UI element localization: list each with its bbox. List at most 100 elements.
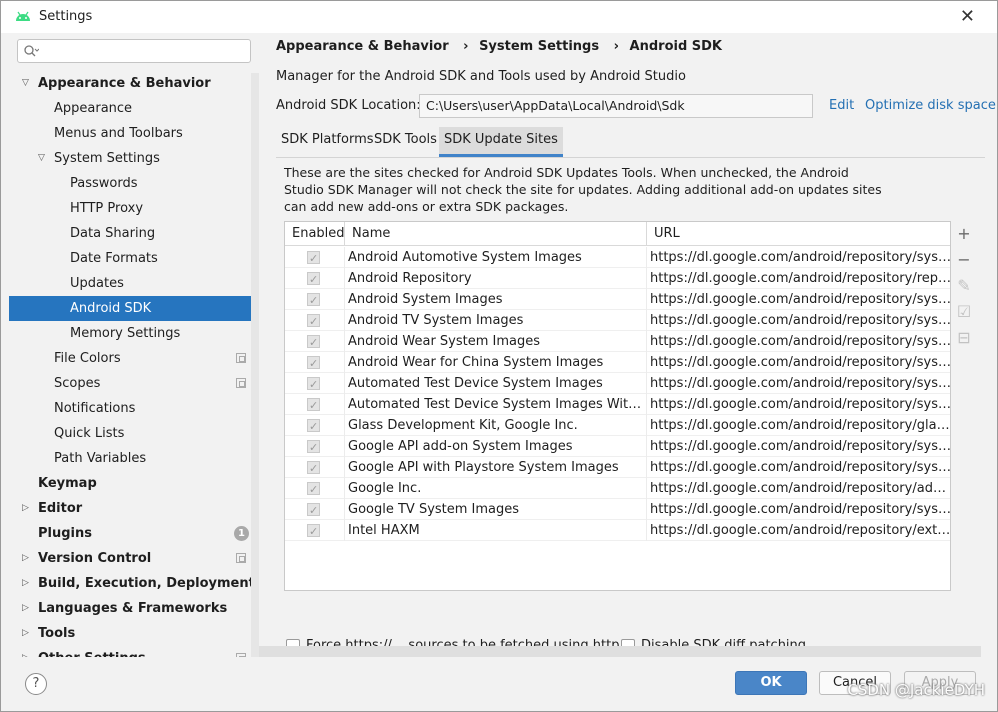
table-row[interactable]: Google TV System Imageshttps://dl.google… (285, 499, 950, 520)
chevron-right-icon[interactable]: ▷ (22, 596, 29, 621)
ok-button[interactable]: OK (735, 671, 807, 695)
sidebar-item-label: Other Settings (38, 646, 146, 657)
enabled-checkbox[interactable] (307, 500, 320, 520)
enabled-checkbox[interactable] (307, 437, 320, 457)
sidebar-item-keymap[interactable]: Keymap (9, 471, 249, 496)
enabled-cell (285, 478, 345, 499)
chevron-right-icon[interactable]: ▷ (22, 571, 29, 596)
enabled-checkbox[interactable] (307, 269, 320, 289)
table-row[interactable]: Android System Imageshttps://dl.google.c… (285, 289, 950, 310)
enabled-cell (285, 310, 345, 331)
table-row[interactable]: Google API add-on System Imageshttps://d… (285, 436, 950, 457)
chevron-right-icon[interactable]: ▷ (22, 621, 29, 646)
sidebar-item-notifications[interactable]: Notifications (9, 396, 249, 421)
sdk-location-field[interactable]: C:\Users\user\AppData\Local\Android\Sdk (419, 94, 813, 118)
site-name-cell: Intel HAXM (345, 520, 647, 541)
table-row[interactable]: Intel HAXMhttps://dl.google.com/android/… (285, 520, 950, 541)
sidebar-item-tools[interactable]: ▷ Tools (9, 621, 249, 646)
search-input[interactable] (17, 39, 251, 63)
sidebar-item-menus-and-toolbars[interactable]: Menus and Toolbars (9, 121, 249, 146)
column-name[interactable]: Name (345, 222, 647, 246)
sidebar-item-passwords[interactable]: Passwords (9, 171, 249, 196)
enabled-cell (285, 268, 345, 289)
sidebar-item-http-proxy[interactable]: HTTP Proxy (9, 196, 249, 221)
chevron-right-icon[interactable]: ▷ (22, 546, 29, 571)
enabled-checkbox[interactable] (307, 479, 320, 499)
site-url-cell: https://dl.google.com/android/repository… (650, 460, 951, 475)
sidebar-item-label: Editor (38, 501, 83, 516)
sidebar-item-editor[interactable]: ▷ Editor (9, 496, 249, 521)
breadcrumb-separator: › (613, 39, 619, 54)
sidebar-item-memory-settings[interactable]: Memory Settings (9, 321, 249, 346)
enabled-checkbox[interactable] (307, 290, 320, 310)
table-row[interactable]: Google API with Playstore System Imagesh… (285, 457, 950, 478)
sidebar-scrollbar[interactable] (251, 73, 259, 657)
chevron-down-icon[interactable]: ▽ (22, 71, 29, 96)
sidebar-item-plugins[interactable]: Plugins 1 (9, 521, 249, 546)
enabled-cell (285, 436, 345, 457)
table-row[interactable]: Glass Development Kit, Google Inc.https:… (285, 415, 950, 436)
site-url-cell: https://dl.google.com/android/repository… (650, 418, 951, 433)
edit-link[interactable]: Edit (829, 98, 854, 113)
sidebar-item-version-control[interactable]: ▷ Version Control (9, 546, 249, 571)
column-url[interactable]: URL (647, 222, 950, 246)
tab-sdk-update-sites[interactable]: SDK Update Sites (439, 127, 563, 157)
enabled-checkbox[interactable] (307, 374, 320, 394)
dialog-buttons: ? OK Cancel Apply CSDN @JackieDYH (1, 657, 997, 711)
tab-sdk-platforms[interactable]: SDK Platforms (276, 127, 379, 157)
chevron-right-icon[interactable]: ▷ (22, 646, 29, 657)
sidebar-item-quick-lists[interactable]: Quick Lists (9, 421, 249, 446)
remove-icon[interactable]: − (951, 247, 977, 273)
sidebar-item-updates[interactable]: Updates (9, 271, 249, 296)
edit-icon[interactable]: ✎ (951, 273, 977, 299)
sidebar-item-scopes[interactable]: Scopes (9, 371, 249, 396)
column-enabled[interactable]: Enabled (285, 222, 345, 246)
enabled-cell (285, 331, 345, 352)
enabled-checkbox[interactable] (307, 458, 320, 478)
sidebar-item-build-execution-deployment[interactable]: ▷ Build, Execution, Deployment (9, 571, 255, 596)
add-icon[interactable]: + (951, 221, 977, 247)
sidebar-item-label: Keymap (38, 476, 97, 491)
enabled-checkbox[interactable] (307, 311, 320, 331)
copy-icon (236, 553, 246, 563)
help-button[interactable]: ? (25, 673, 47, 695)
enabled-cell (285, 457, 345, 478)
sidebar-item-appearance[interactable]: Appearance (9, 96, 249, 121)
chevron-down-icon[interactable]: ▽ (38, 146, 45, 171)
enabled-checkbox[interactable] (307, 416, 320, 436)
uncheck-all-icon[interactable]: ⊟ (951, 325, 977, 351)
enabled-cell (285, 415, 345, 436)
sidebar-item-path-variables[interactable]: Path Variables (9, 446, 249, 471)
table-row[interactable]: Android Wear for China System Imageshttp… (285, 352, 950, 373)
sidebar-item-languages-frameworks[interactable]: ▷ Languages & Frameworks (9, 596, 249, 621)
sidebar-item-data-sharing[interactable]: Data Sharing (9, 221, 249, 246)
sidebar-item-label: System Settings (54, 151, 160, 166)
enabled-checkbox[interactable] (307, 353, 320, 373)
table-row[interactable]: Google Inc.https://dl.google.com/android… (285, 478, 950, 499)
table-row[interactable]: Android TV System Imageshttps://dl.googl… (285, 310, 950, 331)
table-row[interactable]: Automated Test Device System Images With… (285, 394, 950, 415)
table-row[interactable]: Automated Test Device System Imageshttps… (285, 373, 950, 394)
tab-sdk-tools[interactable]: SDK Tools (369, 127, 442, 157)
sidebar-item-system-settings[interactable]: ▽ System Settings (9, 146, 249, 171)
check-all-icon[interactable]: ☑ (951, 299, 977, 325)
enabled-checkbox[interactable] (307, 332, 320, 352)
sidebar-item-android-sdk[interactable]: Android SDK (9, 296, 259, 321)
sidebar-item-other-settings[interactable]: ▷ Other Settings (9, 646, 249, 657)
horizontal-scrollbar[interactable] (259, 646, 981, 657)
optimize-disk-space-link[interactable]: Optimize disk space (865, 98, 996, 113)
table-row[interactable]: Android Wear System Imageshttps://dl.goo… (285, 331, 950, 352)
enabled-checkbox[interactable] (307, 521, 320, 541)
table-row[interactable]: Android Repositoryhttps://dl.google.com/… (285, 268, 950, 289)
sidebar-item-file-colors[interactable]: File Colors (9, 346, 249, 371)
table-row[interactable]: Android Automotive System Imageshttps://… (285, 247, 950, 268)
sidebar-item-date-formats[interactable]: Date Formats (9, 246, 249, 271)
sidebar-item-label: Memory Settings (70, 326, 181, 341)
sidebar-item-appearance-behavior[interactable]: ▽ Appearance & Behavior (9, 71, 249, 96)
enabled-checkbox[interactable] (307, 395, 320, 415)
site-name-cell: Android System Images (345, 289, 647, 310)
close-icon[interactable]: ✕ (960, 6, 975, 27)
page-description: Manager for the Android SDK and Tools us… (276, 69, 686, 84)
chevron-right-icon[interactable]: ▷ (22, 496, 29, 521)
enabled-checkbox[interactable] (307, 248, 320, 268)
